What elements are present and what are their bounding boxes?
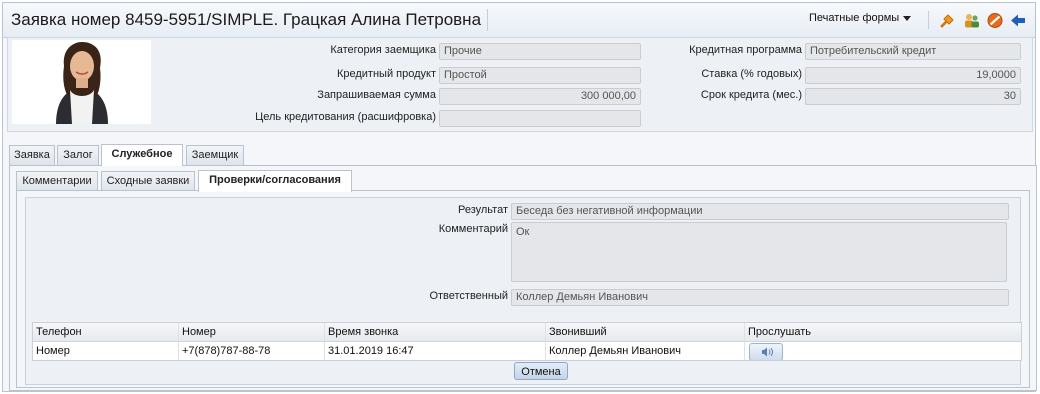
- tab-application[interactable]: Заявка: [9, 145, 55, 165]
- subtab-comments[interactable]: Комментарии: [16, 171, 98, 191]
- tab-service[interactable]: Служебное: [101, 144, 183, 166]
- table-header: Телефон Номер Время звонка Звонивший Про…: [33, 323, 1021, 342]
- credit-program-label: Кредитная программа: [689, 44, 802, 56]
- page-title: Заявка номер 8459-5951/SIMPLE. Грацкая А…: [11, 9, 489, 31]
- result-field[interactable]: Беседа без негативной информации: [511, 203, 1009, 220]
- pin-icon[interactable]: [938, 12, 956, 29]
- column-header-caller[interactable]: Звонивший: [546, 323, 745, 341]
- column-header-number[interactable]: Номер: [179, 323, 325, 341]
- cell-listen: [745, 342, 1021, 360]
- credit-purpose-field[interactable]: [439, 110, 641, 127]
- credit-product-field[interactable]: Простой: [439, 67, 641, 84]
- subtab-similar-applications[interactable]: Сходные заявки: [101, 171, 195, 191]
- requested-amount-label: Запрашиваемая сумма: [317, 89, 436, 101]
- borrower-category-field[interactable]: Прочие: [439, 43, 641, 60]
- checks-panel: Результат Беседа без негативной информац…: [16, 190, 1030, 388]
- cell-caller: Коллер Демьян Иванович: [546, 342, 745, 360]
- caret-down-icon: [903, 15, 912, 21]
- responsible-field[interactable]: Коллер Демьян Иванович: [511, 289, 1009, 306]
- column-header-phone[interactable]: Телефон: [33, 323, 179, 341]
- table-row[interactable]: Номер +7(878)787-88-78 31.01.2019 16:47 …: [33, 342, 1021, 360]
- comment-label: Комментарий: [438, 223, 508, 235]
- cancel-icon[interactable]: [986, 12, 1004, 29]
- credit-program-field[interactable]: Потребительский кредит: [805, 43, 1021, 60]
- back-arrow-icon[interactable]: [1009, 12, 1027, 29]
- interest-rate-label: Ставка (% годовых): [701, 68, 802, 80]
- interest-rate-field[interactable]: 19,0000: [805, 67, 1021, 84]
- tab-borrower[interactable]: Заемщик: [186, 145, 244, 165]
- borrower-photo: [12, 40, 151, 124]
- credit-purpose-label: Цель кредитования (расшифровка): [255, 111, 436, 123]
- borrower-category-label: Категория заемщика: [330, 44, 436, 56]
- service-tab-panel: Комментарии Сходные заявки Проверки/согл…: [9, 165, 1037, 391]
- requested-amount-field[interactable]: 300 000,00: [439, 88, 641, 105]
- column-header-listen[interactable]: Прослушать: [745, 323, 1021, 341]
- responsible-label: Ответственный: [429, 290, 508, 302]
- print-forms-dropdown[interactable]: Печатные формы: [809, 12, 912, 24]
- credit-product-label: Кредитный продукт: [336, 68, 436, 80]
- subtab-checks-approvals[interactable]: Проверки/согласования: [198, 170, 352, 192]
- calls-table: Телефон Номер Время звонка Звонивший Про…: [32, 322, 1022, 361]
- cancel-button[interactable]: Отмена: [514, 362, 568, 380]
- application-window: Заявка номер 8459-5951/SIMPLE. Грацкая А…: [2, 2, 1037, 392]
- credit-term-field[interactable]: 30: [805, 88, 1021, 105]
- result-label: Результат: [457, 204, 508, 216]
- cell-number: +7(878)787-88-78: [179, 342, 325, 360]
- column-header-call-time[interactable]: Время звонка: [325, 323, 546, 341]
- toolbar-divider: [928, 11, 929, 29]
- credit-term-label: Срок кредита (мес.): [700, 89, 802, 101]
- users-icon[interactable]: [963, 12, 981, 29]
- play-recording-button[interactable]: [749, 343, 783, 360]
- print-forms-label: Печатные формы: [809, 12, 900, 24]
- application-summary-panel: Категория заемщика Прочие Кредитный прод…: [7, 37, 1033, 132]
- tab-collateral[interactable]: Залог: [57, 145, 99, 165]
- speaker-icon: [762, 347, 773, 357]
- checks-form: Результат Беседа без негативной информац…: [25, 197, 1022, 385]
- comment-textarea[interactable]: Ок: [511, 222, 1007, 282]
- cell-call-time: 31.01.2019 16:47: [325, 342, 546, 360]
- title-bar: Заявка номер 8459-5951/SIMPLE. Грацкая А…: [3, 3, 1035, 38]
- cell-phone: Номер: [33, 342, 179, 360]
